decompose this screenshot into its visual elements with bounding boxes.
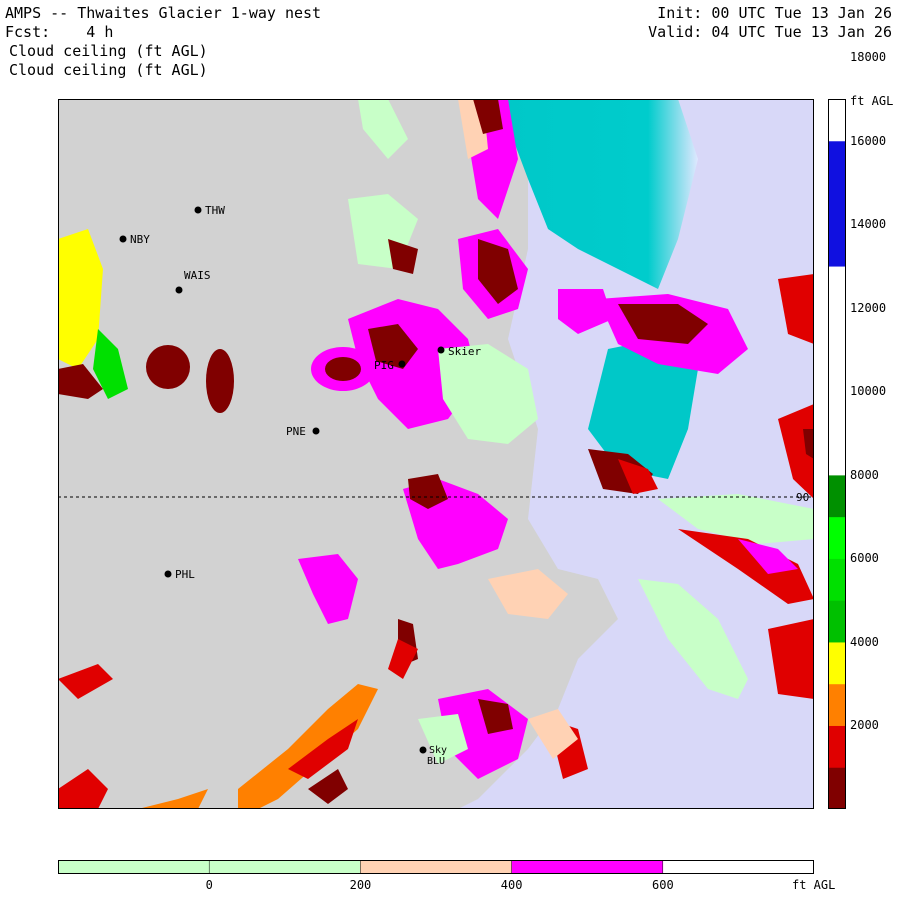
station-label-nby: NBY [130, 233, 150, 246]
valid-time: Valid: 04 UTC Tue 13 Jan 26 [648, 23, 892, 41]
colorbar-right-tick-label: 8000 [850, 467, 879, 482]
colorbar-right [828, 99, 846, 809]
station-dot-thw[interactable] [194, 206, 202, 214]
map-title: AMPS -- Thwaites Glacier 1-way nest [5, 4, 322, 22]
station-label-pig: PIG [374, 359, 394, 372]
colorbar-right-cell [828, 433, 846, 476]
latitude-line-label: 90 W [796, 491, 814, 504]
colorbar-right-cell [828, 140, 846, 184]
colorbar-bottom-tick-label: 0 [205, 878, 213, 892]
colorbar-right-unit: ft AGL [850, 94, 894, 108]
colorbar-right-cell [828, 474, 846, 518]
colorbar-right-cell [828, 641, 846, 685]
station-dot-nby[interactable] [119, 235, 127, 243]
map-panel[interactable]: 90 W THW NBY WAIS PIG Skier PNE PHL Sky … [58, 99, 814, 809]
colorbar-bottom [58, 860, 814, 874]
colorbar-right-cell [828, 266, 846, 309]
colorbar-right-cell [828, 558, 846, 601]
field-name: Cloud ceiling (ft AGL) [9, 42, 208, 60]
station-label-blu: BLU [427, 756, 445, 767]
colorbar-right-tick-label: 4000 [850, 634, 879, 649]
colorbar-bottom-tick-label: 200 [349, 878, 372, 892]
station-dot-skier[interactable] [437, 346, 445, 354]
colorbar-right-cell [828, 600, 846, 643]
colorbar-right-tick-label: 10000 [850, 384, 887, 399]
colorbar-right-cell [828, 767, 846, 809]
station-dot-phl[interactable] [164, 570, 172, 578]
station-label-phl: PHL [175, 568, 195, 581]
colorbar-right-tick-label: 14000 [850, 217, 887, 232]
colorbar-bottom-cell [662, 860, 814, 874]
colorbar-bottom-cell [511, 860, 664, 874]
colorbar-right-cell [828, 224, 846, 267]
colorbar-bottom-cell [208, 860, 362, 874]
init-time: Init: 00 UTC Tue 13 Jan 26 [657, 4, 892, 22]
colorbar-right-cell [828, 725, 846, 768]
colorbar-bottom-tick-label: 400 [500, 878, 523, 892]
station-label-skier: Skier [448, 345, 481, 358]
station-dot-pig[interactable] [398, 360, 406, 368]
colorbar-right-tick-label: 2000 [850, 718, 879, 733]
station-dot-pne[interactable] [312, 427, 320, 435]
station-dot-wais[interactable] [175, 286, 183, 294]
station-dot-sky[interactable] [419, 746, 427, 754]
colorbar-right-tick-label: 16000 [850, 133, 887, 148]
colorbar-right-cell [828, 391, 846, 434]
colorbar-right-cell [828, 307, 846, 351]
station-label-thw: THW [205, 204, 225, 217]
colorbar-right-cell [828, 516, 846, 559]
forecast-hour: Fcst: 4 h [5, 23, 114, 41]
colorbar-right-cell [828, 683, 846, 726]
colorbar-bottom-cell [360, 860, 513, 874]
station-label-wais: WAIS [184, 269, 211, 282]
colorbar-right-tick-label: 12000 [850, 300, 887, 315]
colorbar-bottom-cell [58, 860, 210, 874]
station-label-pne: PNE [286, 425, 306, 438]
station-label-sky: Sky [429, 745, 447, 756]
colorbar-bottom-unit: ft AGL [792, 878, 836, 892]
colorbar-right-cell [828, 99, 846, 142]
colorbar-right-cell [828, 349, 846, 392]
colorbar-right-tick-label: 18000 [850, 50, 887, 65]
field-name-secondary: Cloud ceiling (ft AGL) [9, 61, 208, 79]
colorbar-right-cell [828, 182, 846, 225]
colorbar-bottom-tick-label: 600 [652, 878, 674, 892]
colorbar-right-tick-label: 6000 [850, 551, 879, 566]
